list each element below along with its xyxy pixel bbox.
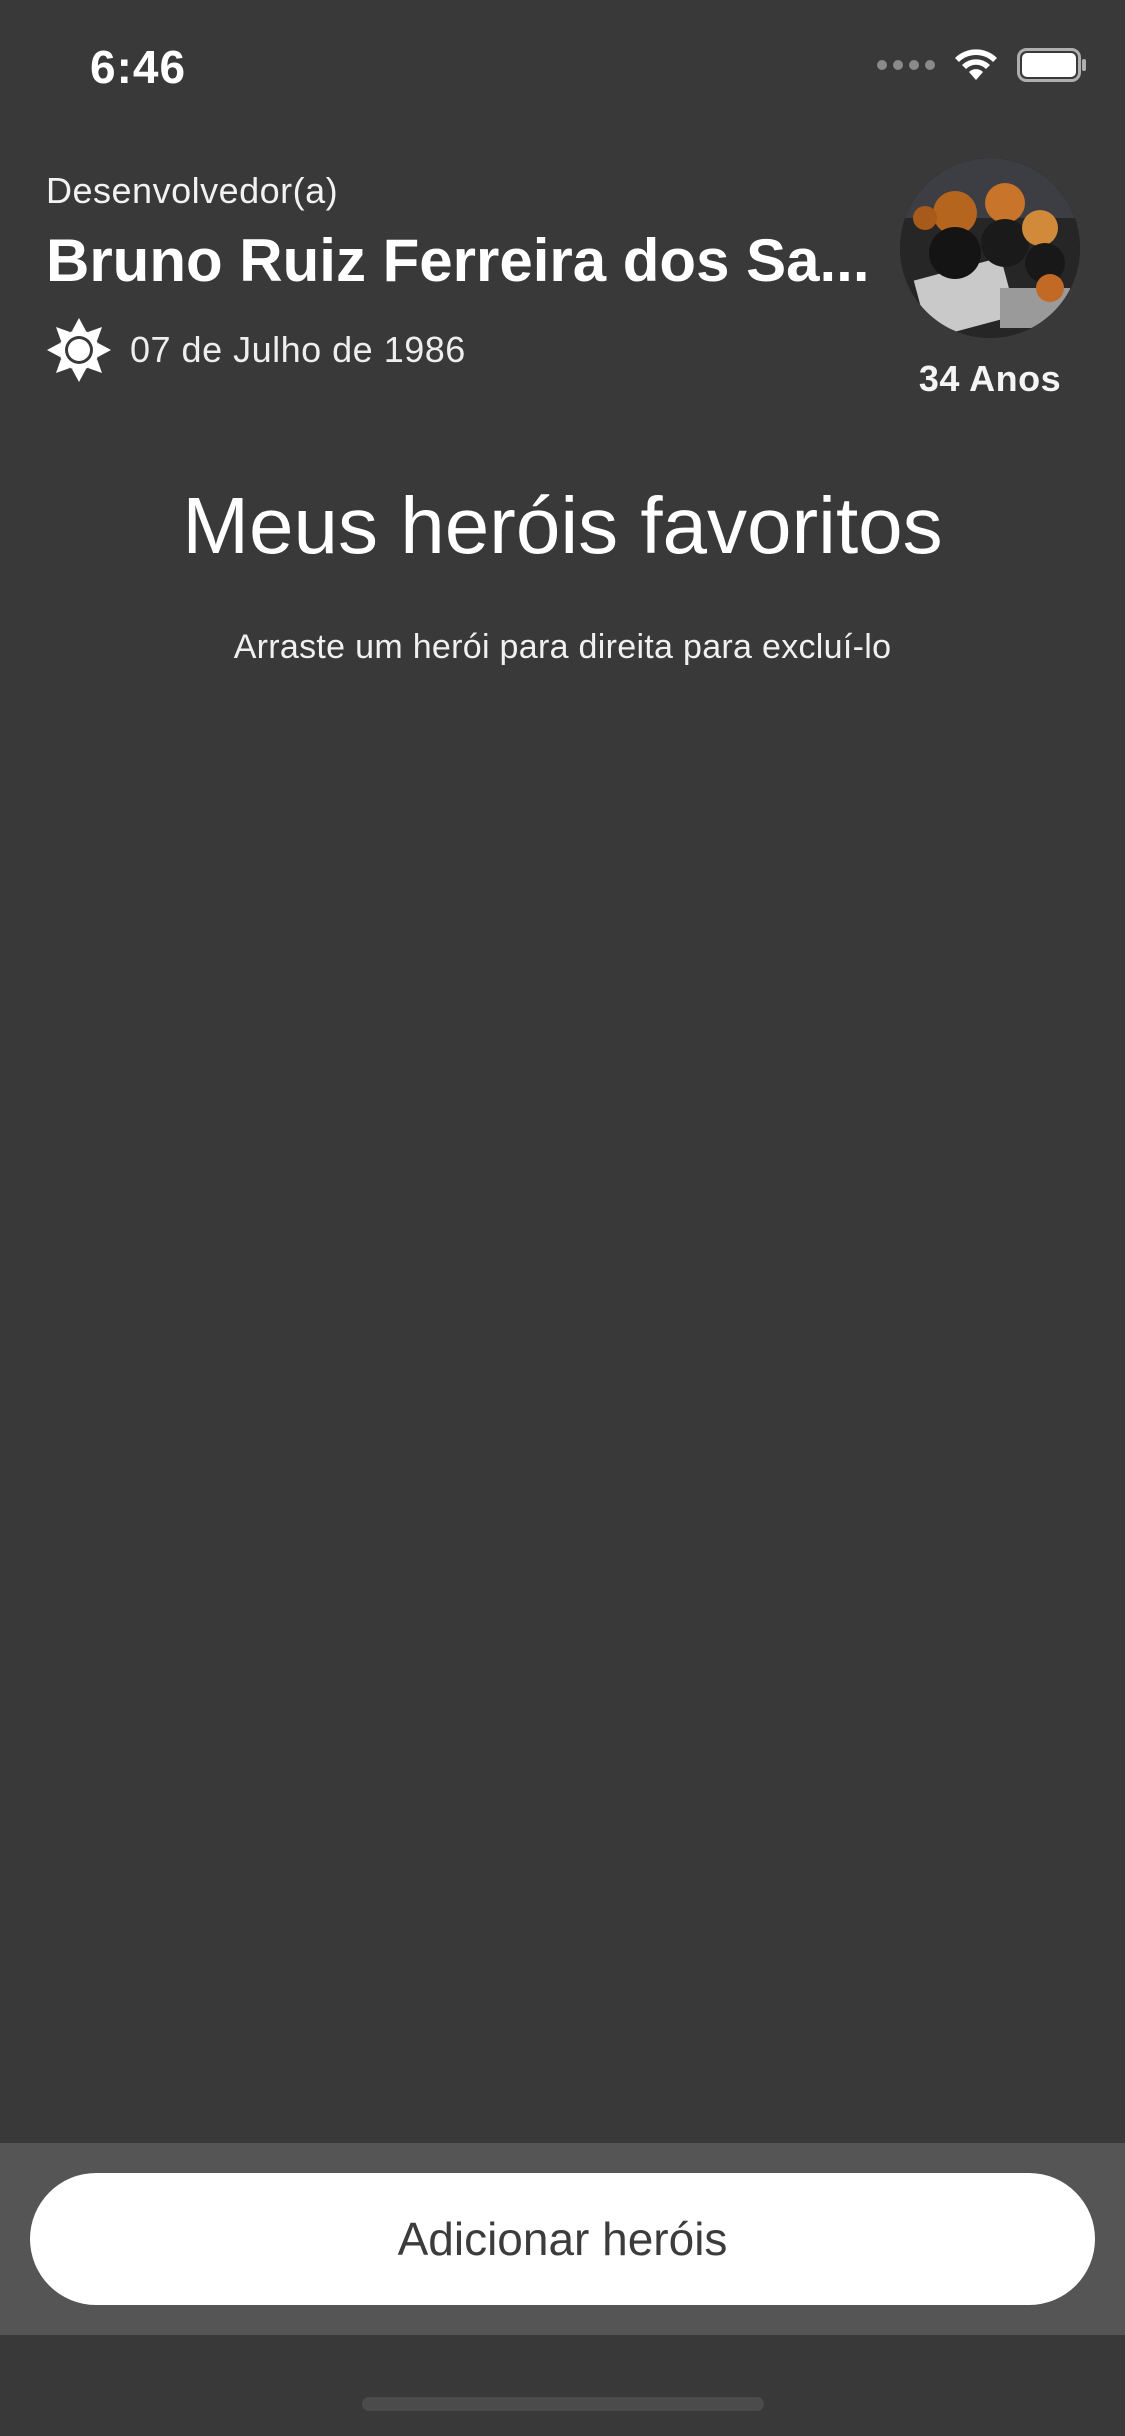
avatar-block: 34 Anos (900, 158, 1080, 400)
status-icons (877, 48, 1087, 82)
birth-row: 07 de Julho de 1986 (46, 317, 886, 383)
page-title: Meus heróis favoritos (182, 481, 943, 570)
battery-icon (1017, 48, 1086, 82)
birth-date: 07 de Julho de 1986 (130, 329, 466, 370)
profile-role: Desenvolvedor(a) (46, 170, 339, 211)
status-bar: 6:46 (0, 0, 1125, 140)
home-indicator[interactable] (362, 2397, 764, 2411)
page-subtitle: Arraste um herói para direita para exclu… (233, 628, 892, 666)
cellular-signal-icon (877, 60, 935, 70)
bottom-panel: Adicionar heróis (0, 2143, 1125, 2335)
add-heroes-button[interactable]: Adicionar heróis (30, 2173, 1095, 2305)
status-time: 6:46 (90, 41, 187, 93)
avatar[interactable] (900, 158, 1080, 338)
sun-icon (47, 318, 111, 382)
profile-header: Desenvolvedor(a) Bruno Ruiz Ferreira dos… (46, 170, 886, 383)
age-label: 34 Anos (918, 358, 1062, 399)
profile-name: Bruno Ruiz Ferreira dos Sa... (46, 227, 870, 294)
wifi-icon (955, 49, 997, 80)
